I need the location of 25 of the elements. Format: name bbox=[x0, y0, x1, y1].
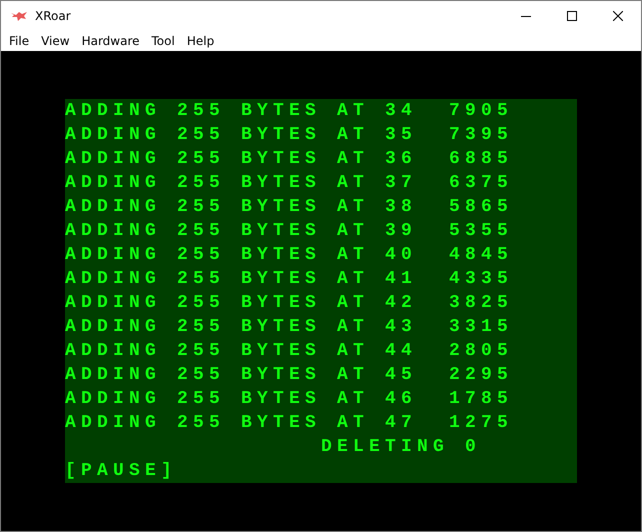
screen-text: ADDING 255 BYTES AT 42 3825 bbox=[65, 293, 514, 313]
screen-text: DELETING 0 bbox=[320, 437, 482, 457]
app-icon bbox=[10, 10, 28, 22]
screen-text: [PAUSE] bbox=[65, 461, 178, 481]
menu-item[interactable]: Help bbox=[180, 34, 220, 48]
screen-text: ADDING 255 BYTES AT 36 6885 bbox=[65, 149, 514, 169]
screen-text: ADDING 255 BYTES AT 34 7905 bbox=[65, 101, 514, 121]
screen-text: ADDING 255 BYTES AT 35 7395 bbox=[65, 125, 514, 145]
screen-text: ADDING 255 BYTES AT 40 4845 bbox=[65, 245, 514, 265]
close-icon bbox=[613, 11, 623, 21]
screen-text: ADDING 255 BYTES AT 41 4335 bbox=[65, 269, 514, 289]
screen-text: ADDING 255 BYTES AT 46 1785 bbox=[65, 389, 514, 409]
maximize-icon bbox=[567, 11, 577, 21]
window-title: XRoar bbox=[35, 9, 71, 23]
screen-text: ADDING 255 BYTES AT 44 2805 bbox=[65, 341, 514, 361]
screen-text: ADDING 255 BYTES AT 38 5865 bbox=[65, 197, 514, 217]
menu-item[interactable]: File bbox=[3, 34, 36, 48]
screen-text: ADDING 255 BYTES AT 39 5355 bbox=[65, 221, 514, 241]
screen-text: ADDING 255 BYTES AT 43 3315 bbox=[65, 317, 514, 337]
screen-text: ADDING 255 BYTES AT 37 6375 bbox=[65, 173, 514, 193]
screen-text: ADDING 255 BYTES AT 45 2295 bbox=[65, 365, 514, 385]
menu-item[interactable]: View bbox=[35, 34, 76, 48]
menu-item[interactable]: Hardware bbox=[76, 34, 146, 48]
menu-item[interactable]: Tool bbox=[146, 34, 181, 48]
screen-text: ADDING 255 BYTES AT 47 1275 bbox=[65, 413, 514, 433]
